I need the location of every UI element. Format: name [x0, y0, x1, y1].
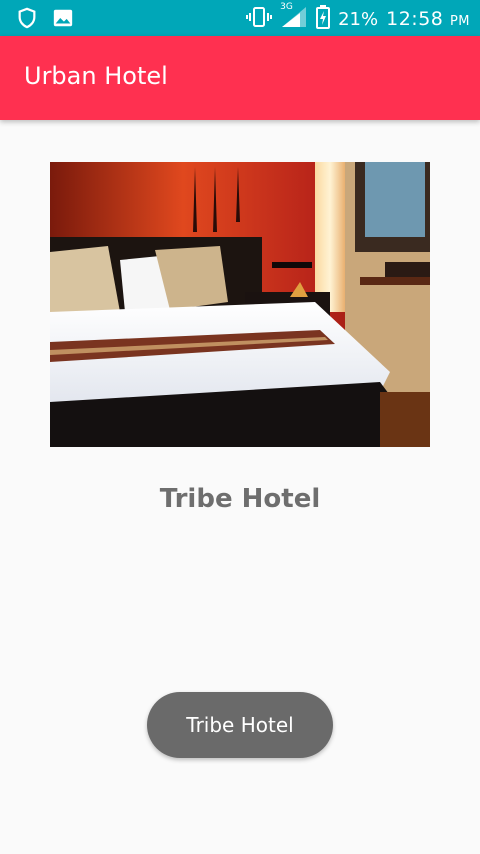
status-bar: 3G 21% 12:58 PM [0, 0, 480, 36]
toolbar-title: Urban Hotel [24, 62, 168, 90]
hotel-room-image [50, 162, 430, 447]
clock-time: 12:58 [386, 8, 444, 30]
status-right: 3G 21% 12:58 PM [246, 2, 470, 33]
hotel-select-button[interactable]: Tribe Hotel [147, 692, 333, 758]
bedroom-illustration [50, 162, 430, 447]
battery-charging-icon [316, 5, 331, 33]
app-toolbar: Urban Hotel [0, 36, 480, 120]
image-icon [52, 7, 74, 33]
clock: 12:58 PM [386, 8, 470, 30]
signal-icon: 3G [280, 2, 308, 33]
clock-ampm: PM [449, 14, 470, 29]
status-left-icons [16, 7, 74, 33]
hotel-name-label: Tribe Hotel [159, 484, 321, 514]
vibrate-icon [246, 5, 273, 33]
network-type: 3G [280, 2, 293, 12]
shield-icon [16, 7, 38, 33]
battery-percent: 21% [338, 8, 379, 30]
